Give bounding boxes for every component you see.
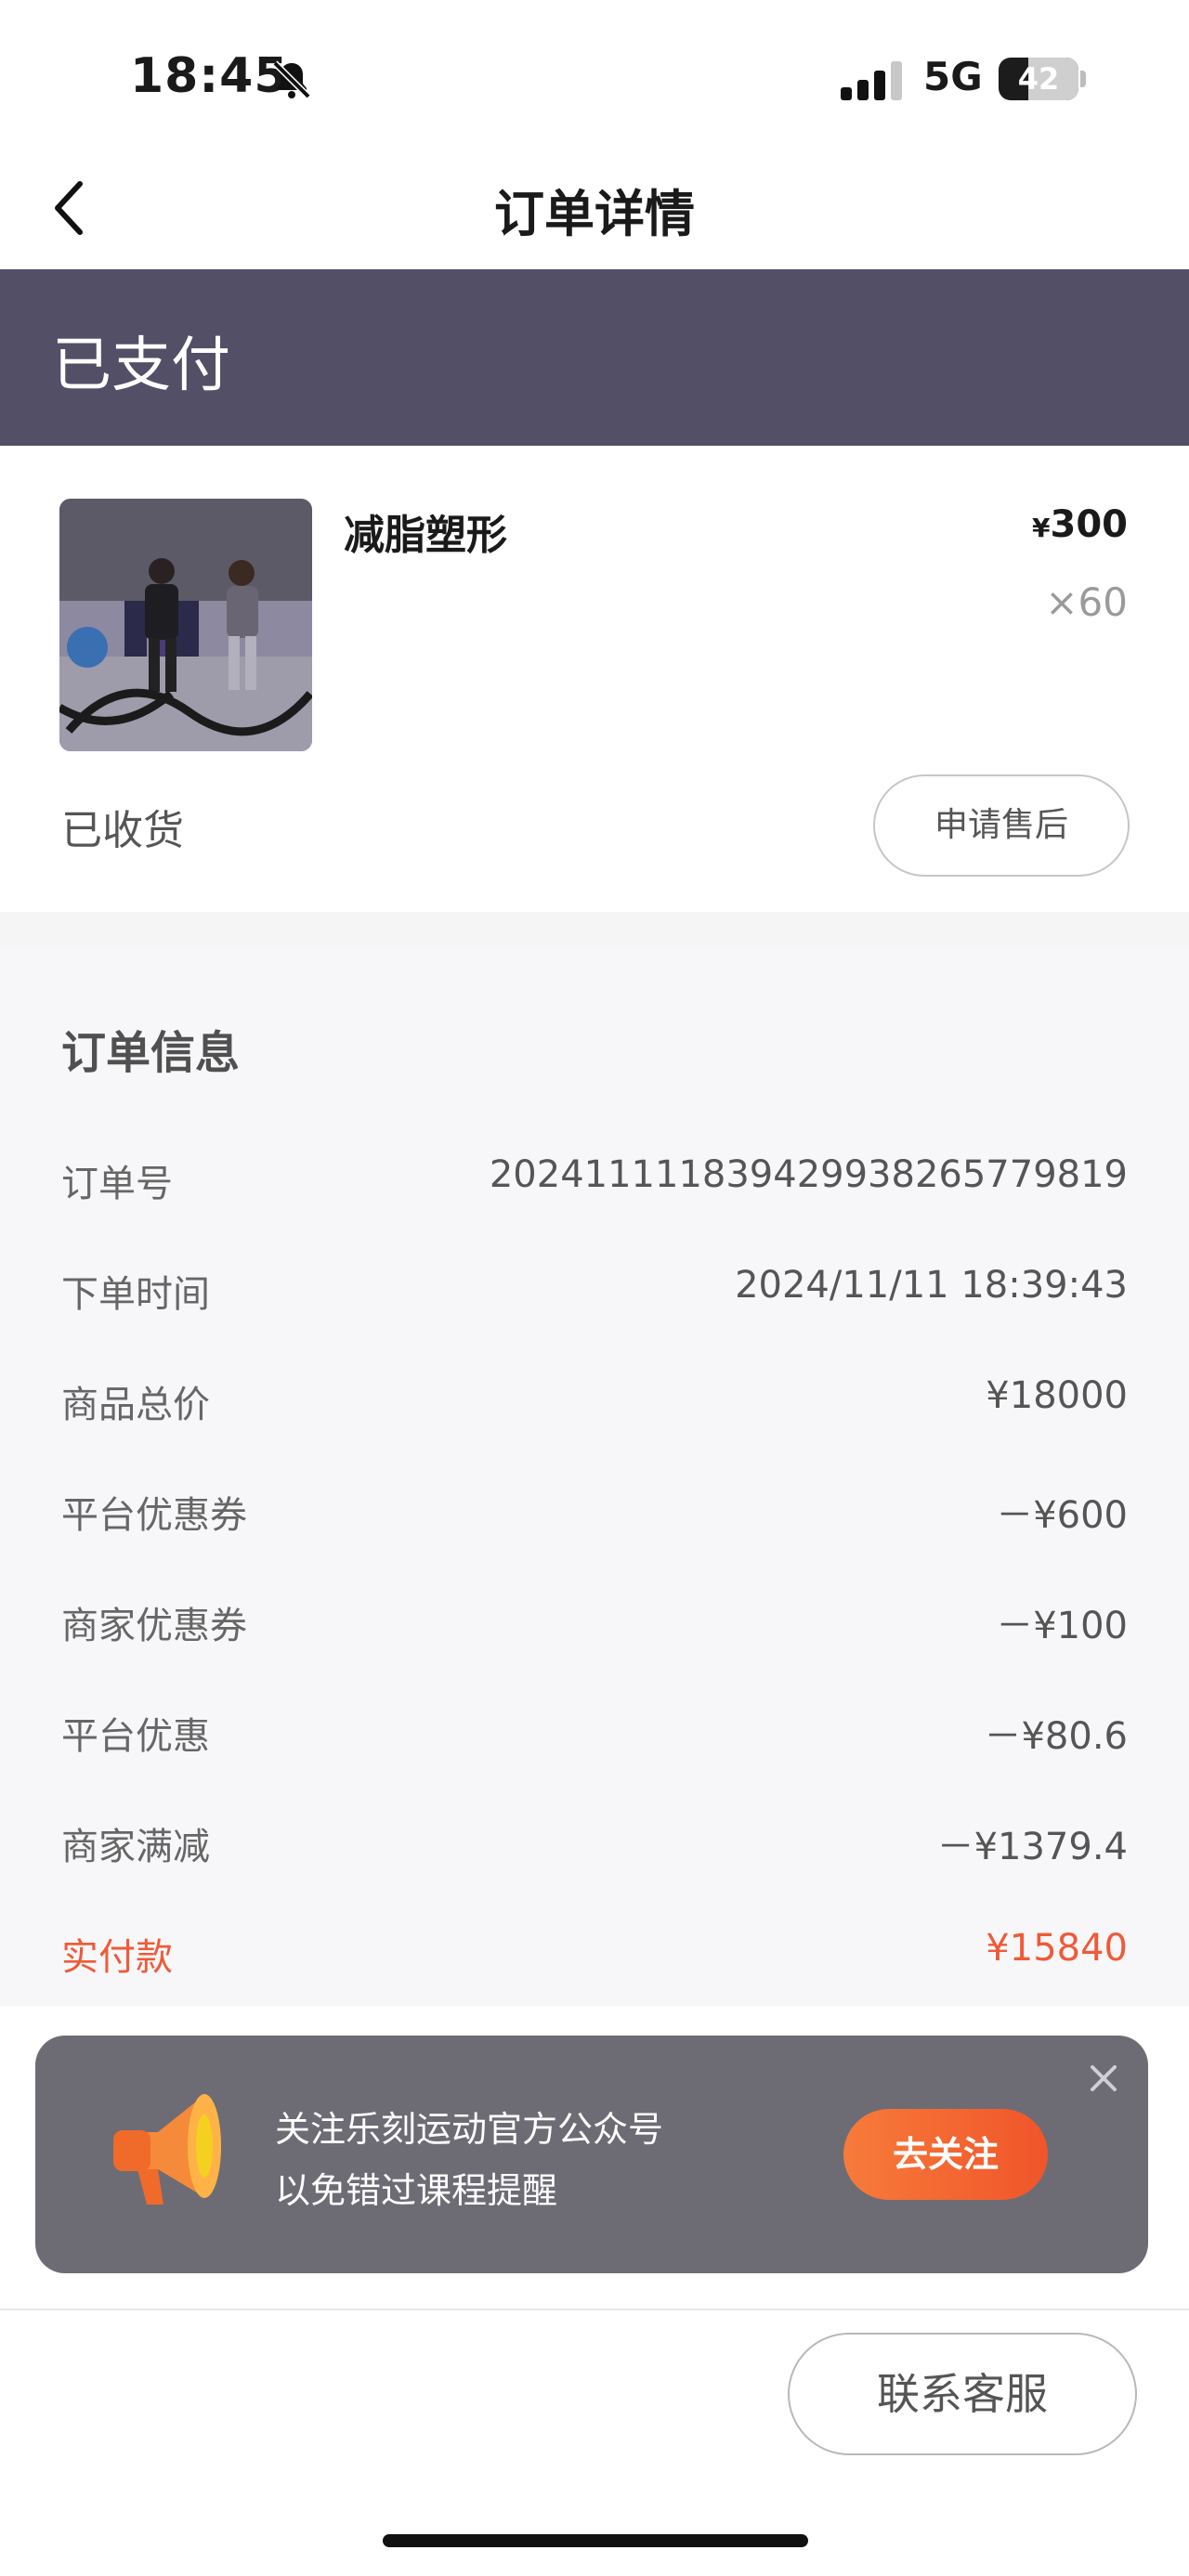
- merchant-coupon-label: 商家优惠券: [61, 1605, 247, 1647]
- merchant-full-reduction-value: －¥1379.4: [936, 1826, 1128, 1868]
- network-label: 5G: [923, 54, 983, 99]
- home-indicator: [383, 2534, 808, 2547]
- goods-total-label: 商品总价: [61, 1384, 210, 1426]
- battery-icon: 42: [999, 58, 1078, 100]
- order-number-value: 2024111118394299382657798​19: [489, 1153, 1128, 1196]
- order-time-value: 2024/11/11 18:39:43: [735, 1264, 1128, 1307]
- platform-coupon-value: －¥600: [996, 1494, 1128, 1537]
- order-time-label: 下单时间: [61, 1273, 210, 1316]
- platform-coupon-label: 平台优惠券: [61, 1494, 247, 1537]
- goods-total-value: ¥18000: [986, 1374, 1128, 1417]
- platform-discount-label: 平台优惠: [61, 1715, 210, 1758]
- close-icon[interactable]: [1085, 2060, 1122, 2097]
- megaphone-icon: [113, 2094, 221, 2205]
- contact-service-button[interactable]: 联系客服: [788, 2333, 1137, 2455]
- section-divider: [0, 912, 1189, 949]
- product-quantity: ×60: [1045, 579, 1128, 625]
- price-currency: ¥: [1032, 513, 1051, 543]
- after-sale-button[interactable]: 申请售后: [873, 774, 1130, 877]
- battery-level: 42: [1017, 61, 1060, 97]
- follow-message-line2: 以免错过课程提醒: [275, 2170, 558, 2211]
- platform-discount-value: －¥80.6: [984, 1715, 1128, 1758]
- page-title: 订单详情: [494, 185, 695, 243]
- bottom-bar-divider: [0, 2309, 1189, 2310]
- follow-message-line1: 关注乐刻运动官方公众号: [275, 2109, 664, 2150]
- merchant-full-reduction-label: 商家满减: [61, 1826, 210, 1868]
- product-price: ¥300: [1032, 503, 1128, 546]
- signal-icon: [841, 61, 902, 100]
- follow-button[interactable]: 去关注: [843, 2109, 1048, 2200]
- delivery-status: 已收货: [61, 807, 184, 854]
- product-name: 减脂塑形: [344, 512, 507, 559]
- order-number-label: 订单号: [61, 1163, 173, 1205]
- product-image[interactable]: [59, 499, 312, 751]
- order-info-title: 订单信息: [61, 1027, 241, 1079]
- order-status-text: 已支付: [52, 332, 230, 400]
- status-time: 18:45: [130, 48, 289, 104]
- bell-slash-icon: [272, 60, 311, 99]
- paid-amount-value: ¥15840: [986, 1927, 1128, 1970]
- paid-amount-label: 实付款: [61, 1936, 173, 1979]
- merchant-coupon-value: －¥100: [996, 1605, 1128, 1647]
- battery-tip: [1080, 71, 1086, 87]
- price-value: 300: [1050, 503, 1129, 546]
